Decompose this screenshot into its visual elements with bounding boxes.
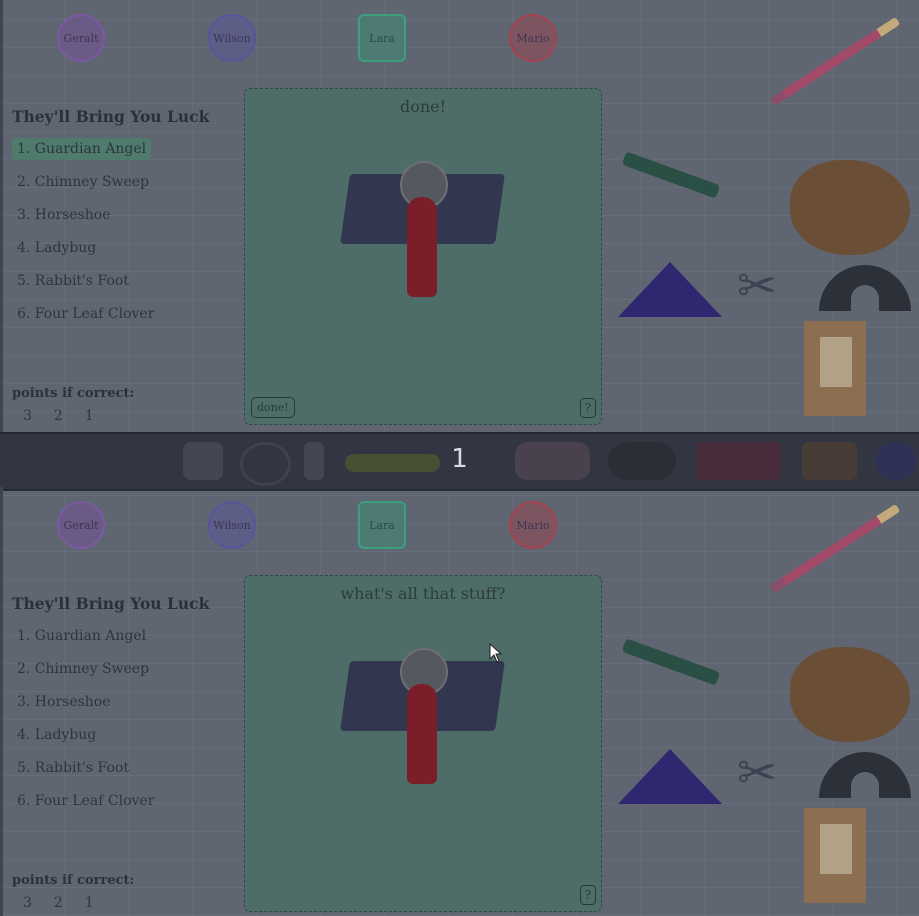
answer-item-1[interactable]: 1. Guardian Angel <box>12 132 159 165</box>
arch-object[interactable] <box>819 265 911 311</box>
player-lara[interactable]: Lara <box>358 14 406 62</box>
statue-object[interactable] <box>407 197 437 297</box>
help-button[interactable]: ? <box>579 398 596 418</box>
points-values: 3 2 1 <box>23 895 94 911</box>
player-name: Geralt <box>63 31 99 45</box>
round-number: 1 <box>451 444 468 474</box>
player-name: Mario <box>516 518 550 532</box>
drop-board[interactable]: what's all that stuff? ? <box>244 575 602 912</box>
player-lara[interactable]: Lara <box>358 501 406 549</box>
player-mario[interactable]: Mario <box>509 14 557 62</box>
answer-list: 1. Guardian Angel 2. Chimney Sweep 3. Ho… <box>12 619 159 817</box>
pencil-object[interactable] <box>769 16 901 107</box>
points-value: 2 <box>53 895 63 911</box>
done-button[interactable]: done! <box>251 397 295 418</box>
clothespin-object[interactable] <box>621 151 721 199</box>
points-values: 3 2 1 <box>23 408 94 424</box>
player-mario[interactable]: Mario <box>509 501 557 549</box>
clothespin-object[interactable] <box>621 638 721 686</box>
mouse-cursor-icon <box>489 643 503 663</box>
player-geralt[interactable]: Geralt <box>57 501 105 549</box>
answer-item-3[interactable]: 3. Horseshoe <box>12 685 159 718</box>
category-title: They'll Bring You Luck <box>12 107 210 126</box>
card-object[interactable] <box>804 808 866 903</box>
answer-list: 1. Guardian Angel 2. Chimney Sweep 3. Ho… <box>12 132 159 330</box>
answer-item-6[interactable]: 6. Four Leaf Clover <box>12 297 159 330</box>
category-title: They'll Bring You Luck <box>12 594 210 613</box>
player-name: Geralt <box>63 518 99 532</box>
object-strip: 1 <box>0 432 919 491</box>
answer-item-1[interactable]: 1. Guardian Angel <box>12 619 159 652</box>
statue-object[interactable] <box>407 684 437 784</box>
player-name: Wilson <box>213 518 251 532</box>
card-object[interactable] <box>804 321 866 416</box>
points-label: points if correct: <box>12 386 135 401</box>
arch-object[interactable] <box>819 752 911 798</box>
fur-object[interactable] <box>790 647 910 742</box>
answer-item-5[interactable]: 5. Rabbit's Foot <box>12 751 159 784</box>
player-name: Lara <box>369 518 395 532</box>
points-value: 2 <box>53 408 63 424</box>
board-message: what's all that stuff? <box>340 584 506 603</box>
points-value: 1 <box>84 408 94 424</box>
player-wilson[interactable]: Wilson <box>208 14 256 62</box>
player-name: Mario <box>516 31 550 45</box>
scissors-icon[interactable]: ✂ <box>737 262 777 310</box>
triangle-object[interactable] <box>618 749 722 804</box>
player-geralt[interactable]: Geralt <box>57 14 105 62</box>
fur-object[interactable] <box>790 160 910 255</box>
player-wilson[interactable]: Wilson <box>208 501 256 549</box>
points-label: points if correct: <box>12 873 135 888</box>
triangle-object[interactable] <box>618 262 722 317</box>
answer-item-2[interactable]: 2. Chimney Sweep <box>12 165 159 198</box>
player-name: Wilson <box>213 31 251 45</box>
drop-board[interactable]: done! done! ? <box>244 88 602 425</box>
points-value: 3 <box>23 408 32 424</box>
points-value: 3 <box>23 895 32 911</box>
help-button[interactable]: ? <box>579 885 596 905</box>
points-value: 1 <box>84 895 94 911</box>
answer-item-5[interactable]: 5. Rabbit's Foot <box>12 264 159 297</box>
player-name: Lara <box>369 31 395 45</box>
answer-item-2[interactable]: 2. Chimney Sweep <box>12 652 159 685</box>
answer-item-6[interactable]: 6. Four Leaf Clover <box>12 784 159 817</box>
scissors-icon[interactable]: ✂ <box>737 749 777 797</box>
board-message: done! <box>399 97 447 116</box>
answer-item-4[interactable]: 4. Ladybug <box>12 231 159 264</box>
answer-item-3[interactable]: 3. Horseshoe <box>12 198 159 231</box>
pencil-object[interactable] <box>769 503 901 594</box>
bottom-panel: Geralt Wilson Lara Mario They'll Bring Y… <box>0 487 919 916</box>
top-panel: Geralt Wilson Lara Mario They'll Bring Y… <box>0 0 919 432</box>
answer-item-4[interactable]: 4. Ladybug <box>12 718 159 751</box>
